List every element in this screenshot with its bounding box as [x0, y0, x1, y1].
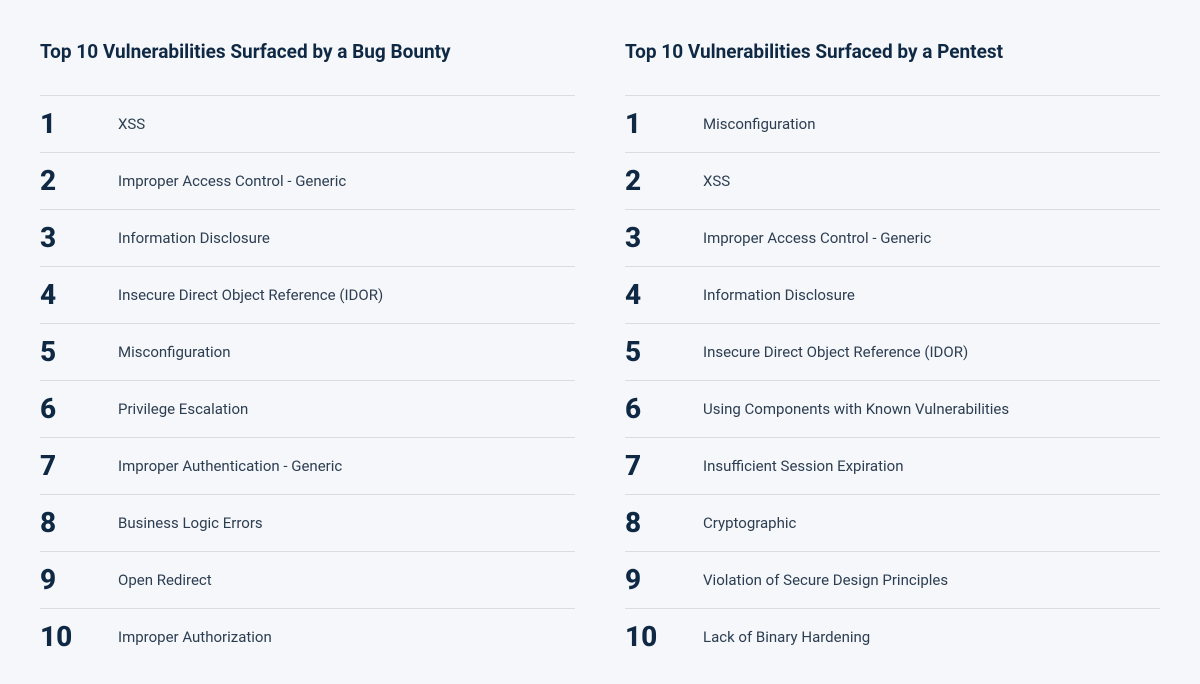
vulnerability-label: Improper Access Control - Generic — [118, 172, 346, 190]
list-item: 3 Improper Access Control - Generic — [625, 209, 1160, 266]
vulnerability-label: Open Redirect — [118, 571, 212, 589]
vulnerability-label: Lack of Binary Hardening — [703, 628, 870, 646]
vulnerability-label: Insecure Direct Object Reference (IDOR) — [118, 286, 383, 304]
pentest-title: Top 10 Vulnerabilities Surfaced by a Pen… — [625, 40, 1160, 63]
list-item: 1 Misconfiguration — [625, 95, 1160, 152]
rank-number: 1 — [40, 110, 118, 138]
rank-number: 10 — [625, 623, 703, 651]
rank-number: 9 — [40, 566, 118, 594]
rank-number: 5 — [40, 338, 118, 366]
list-item: 5 Insecure Direct Object Reference (IDOR… — [625, 323, 1160, 380]
vulnerability-label: Improper Access Control - Generic — [703, 229, 931, 247]
vulnerability-label: Information Disclosure — [703, 286, 855, 304]
rank-number: 2 — [40, 167, 118, 195]
list-item: 7 Insufficient Session Expiration — [625, 437, 1160, 494]
vulnerability-label: XSS — [703, 172, 730, 190]
rank-number: 1 — [625, 110, 703, 138]
pentest-list: 1 Misconfiguration 2 XSS 3 Improper Acce… — [625, 95, 1160, 665]
list-item: 1 XSS — [40, 95, 575, 152]
vulnerability-label: Insecure Direct Object Reference (IDOR) — [703, 343, 968, 361]
bug-bounty-list: 1 XSS 2 Improper Access Control - Generi… — [40, 95, 575, 665]
list-item: 8 Business Logic Errors — [40, 494, 575, 551]
list-item: 9 Violation of Secure Design Principles — [625, 551, 1160, 608]
vulnerability-label: Cryptographic — [703, 514, 796, 532]
vulnerability-label: Misconfiguration — [118, 343, 231, 361]
list-item: 2 Improper Access Control - Generic — [40, 152, 575, 209]
list-item: 9 Open Redirect — [40, 551, 575, 608]
list-item: 8 Cryptographic — [625, 494, 1160, 551]
vulnerability-label: Privilege Escalation — [118, 400, 248, 418]
list-item: 5 Misconfiguration — [40, 323, 575, 380]
vulnerability-label: Business Logic Errors — [118, 514, 263, 532]
bug-bounty-title: Top 10 Vulnerabilities Surfaced by a Bug… — [40, 40, 575, 63]
list-item: 3 Information Disclosure — [40, 209, 575, 266]
vulnerability-label: Violation of Secure Design Principles — [703, 571, 948, 589]
list-item: 6 Using Components with Known Vulnerabil… — [625, 380, 1160, 437]
rank-number: 3 — [625, 224, 703, 252]
rank-number: 5 — [625, 338, 703, 366]
rank-number: 6 — [625, 395, 703, 423]
list-item: 7 Improper Authentication - Generic — [40, 437, 575, 494]
vulnerability-label: Improper Authentication - Generic — [118, 457, 342, 475]
bug-bounty-column: Top 10 Vulnerabilities Surfaced by a Bug… — [40, 40, 575, 665]
rank-number: 9 — [625, 566, 703, 594]
list-item: 10 Lack of Binary Hardening — [625, 608, 1160, 665]
list-item: 4 Information Disclosure — [625, 266, 1160, 323]
rank-number: 10 — [40, 623, 118, 651]
list-item: 2 XSS — [625, 152, 1160, 209]
vulnerability-label: Information Disclosure — [118, 229, 270, 247]
rank-number: 8 — [625, 509, 703, 537]
rank-number: 2 — [625, 167, 703, 195]
list-item: 10 Improper Authorization — [40, 608, 575, 665]
rank-number: 6 — [40, 395, 118, 423]
rank-number: 3 — [40, 224, 118, 252]
rank-number: 7 — [40, 452, 118, 480]
rank-number: 4 — [40, 281, 118, 309]
rank-number: 8 — [40, 509, 118, 537]
rank-number: 7 — [625, 452, 703, 480]
comparison-container: Top 10 Vulnerabilities Surfaced by a Bug… — [40, 40, 1160, 665]
vulnerability-label: XSS — [118, 115, 145, 133]
vulnerability-label: Using Components with Known Vulnerabilit… — [703, 400, 1009, 418]
vulnerability-label: Improper Authorization — [118, 628, 272, 646]
rank-number: 4 — [625, 281, 703, 309]
pentest-column: Top 10 Vulnerabilities Surfaced by a Pen… — [625, 40, 1160, 665]
vulnerability-label: Misconfiguration — [703, 115, 816, 133]
list-item: 4 Insecure Direct Object Reference (IDOR… — [40, 266, 575, 323]
vulnerability-label: Insufficient Session Expiration — [703, 457, 903, 475]
list-item: 6 Privilege Escalation — [40, 380, 575, 437]
